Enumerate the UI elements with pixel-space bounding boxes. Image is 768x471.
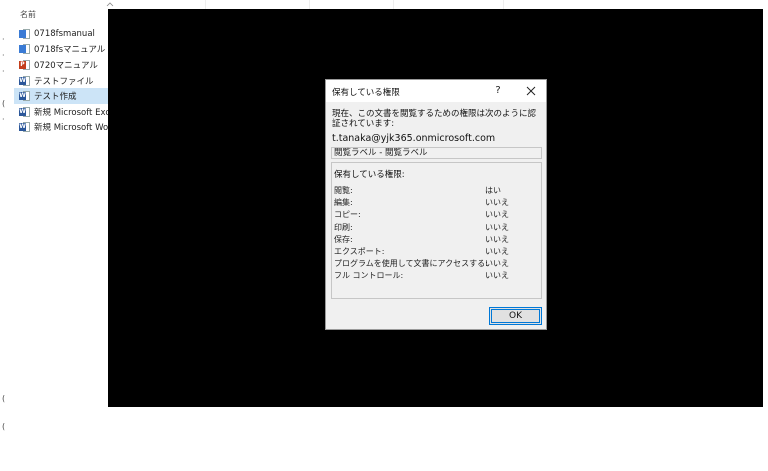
powerpoint-file-icon: P <box>19 59 30 70</box>
permission-value: いいえ <box>485 271 509 281</box>
file-item[interactable]: W テスト作成 <box>14 88 108 104</box>
word-protected-file-icon: W <box>19 91 30 102</box>
permission-value: いいえ <box>485 210 509 220</box>
file-name: テストファイル <box>34 76 94 87</box>
permission-name: エクスポート: <box>334 247 385 256</box>
permission-name: プログラムを使用して文書にアクセスする: <box>334 259 488 269</box>
file-item[interactable]: W 新規 Microsoft Exce <box>14 104 108 120</box>
dialog-title: 保有している権限 <box>332 88 400 98</box>
dialog-titlebar[interactable]: 保有している権限 ? <box>326 80 546 102</box>
column-header-name[interactable]: 名前 <box>20 9 36 20</box>
file-item[interactable]: P 0720マニュアル <box>14 57 108 73</box>
permission-value: いいえ <box>485 222 509 232</box>
screen: · · · ( · ( ( 名前 0718fsmanual 0718fsマニュアル P 0720マ… <box>0 0 768 471</box>
nav-pane-glyph: ( <box>2 99 6 108</box>
permission-value: いいえ <box>485 247 509 256</box>
permission-row: 閲覧: はい <box>334 185 539 197</box>
file-name: 0718fsマニュアル <box>34 45 106 56</box>
file-item[interactable]: 0718fsmanual <box>14 26 108 42</box>
permission-name: 印刷: <box>334 222 353 232</box>
permission-row: 編集: いいえ <box>334 197 539 209</box>
sensitivity-label-field: 閲覧ラベル - 閲覧ラベル <box>331 147 542 159</box>
permission-value: はい <box>485 186 501 195</box>
word-protected-file-icon: W <box>19 75 30 86</box>
permission-row: 印刷: いいえ <box>334 222 539 234</box>
file-name: 新規 Microsoft Exce <box>34 107 108 118</box>
navigation-pane-edge: · · · ( · ( ( <box>0 0 14 471</box>
file-name: 0720マニュアル <box>34 60 98 71</box>
permission-row: フル コントロール: いいえ <box>334 270 539 282</box>
nav-pane-glyph: · <box>2 67 5 76</box>
permission-value: いいえ <box>485 198 509 208</box>
intro-text: 現在、この文書を閲覧するための権限は次のように認証されています: <box>332 109 537 129</box>
close-icon[interactable] <box>523 83 539 99</box>
nav-pane-glyph: ( <box>2 394 6 403</box>
nav-pane-glyph: · <box>2 35 5 44</box>
permissions-list: 保有している権限: 閲覧: はい 編集: いいえ コピー: いいえ 印刷: いいえ 保存: いいえ… <box>331 162 542 299</box>
file-item[interactable]: W 新規 Microsoft Wor <box>14 120 108 136</box>
column-divider-strip <box>108 0 768 9</box>
permission-row: コピー: いいえ <box>334 209 539 221</box>
file-name: 0718fsmanual <box>34 28 95 39</box>
ok-button[interactable]: OK <box>489 307 542 325</box>
permission-row: 保存: いいえ <box>334 234 539 246</box>
file-item[interactable]: W テストファイル <box>14 73 108 89</box>
permissions-heading: 保有している権限: <box>334 170 405 180</box>
word-protected-file-icon: W <box>19 106 30 117</box>
mp4-video-icon <box>19 44 30 55</box>
permission-name: 編集: <box>334 198 353 208</box>
nav-pane-glyph: · <box>2 115 5 124</box>
permission-row: エクスポート: いいえ <box>334 246 539 258</box>
file-item[interactable]: 0718fsマニュアル <box>14 42 108 58</box>
nav-pane-glyph: ( <box>2 422 6 431</box>
permission-value: いいえ <box>485 234 509 244</box>
user-email: t.tanaka@yjk365.onmicrosoft.com <box>332 133 496 144</box>
file-name: 新規 Microsoft Wor <box>34 123 108 134</box>
word-protected-file-icon: W <box>19 122 30 133</box>
help-button[interactable]: ? <box>490 83 506 99</box>
file-list: 0718fsmanual 0718fsマニュアル P 0720マニュアル W テストファイ… <box>14 26 108 135</box>
nav-pane-glyph: · <box>2 51 5 60</box>
permission-name: コピー: <box>334 210 361 220</box>
permission-name: フル コントロール: <box>334 271 404 281</box>
permission-row: プログラムを使用して文書にアクセスする: いいえ <box>334 258 539 270</box>
permission-value: いいえ <box>485 259 509 269</box>
permission-name: 保存: <box>334 234 353 244</box>
mp4-video-icon <box>19 28 30 39</box>
file-name: テスト作成 <box>34 92 77 103</box>
permissions-dialog: 保有している権限 ? 現在、この文書を閲覧するための権限は次のように認証されてい… <box>325 79 547 330</box>
permission-name: 閲覧: <box>334 186 353 195</box>
